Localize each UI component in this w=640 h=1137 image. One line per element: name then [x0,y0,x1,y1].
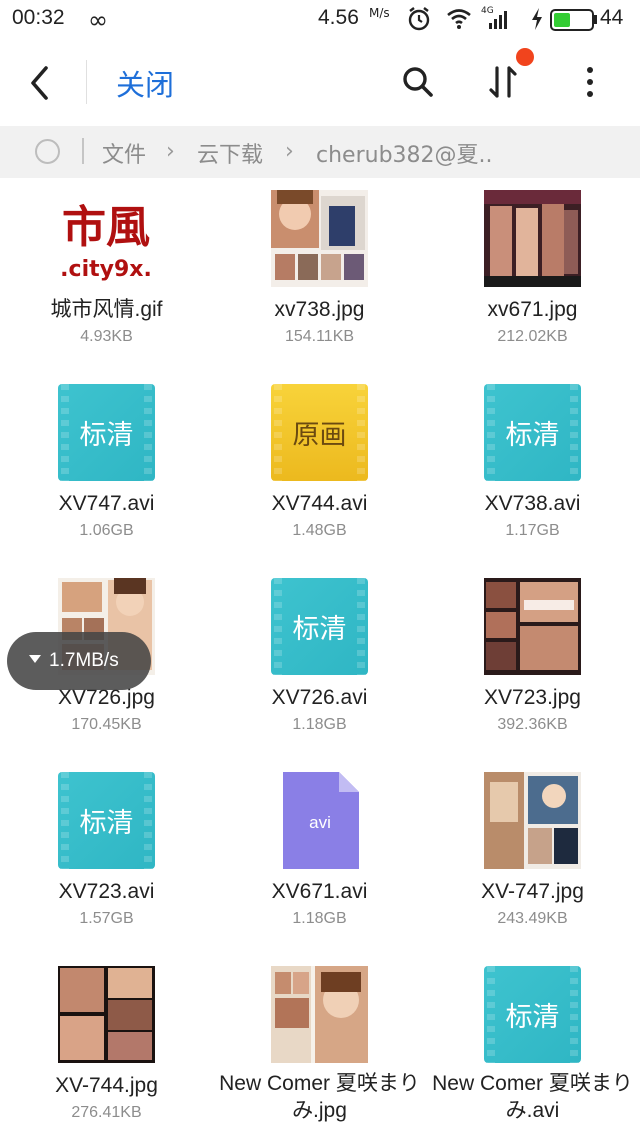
file-size: 243.49KB [497,910,568,927]
more-options-icon[interactable] [568,60,612,104]
quality-label: 标清 [505,420,560,451]
file-name: xv671.jpg [487,298,578,321]
file-name: XV723.jpg [484,686,581,709]
breadcrumb: 文件 › 云下载 › cherub382@夏.. [0,126,640,178]
file-name: XV747.avi [58,492,155,515]
city-logo-bottom-text: .city9x. [60,257,152,282]
video-thumbnail: 标清 [271,578,368,675]
close-button[interactable]: 关闭 [116,62,174,104]
image-thumbnail [484,772,581,869]
network-speed-unit: M/s [369,6,390,20]
video-thumbnail: 标清 [484,384,581,481]
file-name: 城市风情.gif [50,298,163,321]
header-divider [86,60,87,104]
search-icon[interactable] [396,60,440,104]
file-name: XV723.avi [58,880,155,903]
avi-file-icon: avi [283,772,359,869]
file-size: 1.18GB [292,910,347,927]
breadcrumb-item-cloud-download[interactable]: 云下载 [197,137,263,169]
file-name: New Comer 夏咲まりみ.avi [432,1072,633,1122]
status-bar: 00:32 ∞ 4.56 M/s 4G 44 [0,0,640,40]
video-thumbnail: 标清 [484,966,581,1063]
file-item[interactable]: 标清 New Comer 夏咲まりみ.avi [426,954,639,1137]
file-name: xv738.jpg [274,298,365,321]
file-size: 1.57GB [79,910,134,927]
image-thumbnail [484,578,581,675]
file-item[interactable]: 标清 XV747.avi 1.06GB [0,372,213,566]
network-speed: 4.56 [318,6,359,29]
file-item[interactable]: XV-744.jpg 276.41KB [0,954,213,1137]
download-arrow-icon [29,655,41,663]
video-thumbnail: 标清 [58,384,155,481]
chevron-right-icon: › [166,139,175,164]
quality-label: 原画 [292,420,347,451]
quality-label: 标清 [505,1002,560,1033]
infinity-icon: ∞ [88,6,108,34]
file-item[interactable]: xv738.jpg 154.11KB [213,178,426,372]
file-name: XV744.avi [271,492,368,515]
file-name: XV726.avi [271,686,368,709]
file-item[interactable]: 标清 XV723.avi 1.57GB [0,760,213,954]
file-size: 1.18GB [292,716,347,733]
battery-icon [550,9,594,31]
quality-label: 标清 [79,808,134,839]
notification-dot [516,48,534,66]
file-name: New Comer 夏咲まりみ.jpg [219,1072,420,1122]
image-thumbnail [484,190,581,287]
file-size: 170.45KB [71,716,142,733]
file-name: XV-744.jpg [55,1074,158,1097]
download-speed-indicator[interactable]: 1.7MB/s [7,632,151,690]
breadcrumb-separator [82,138,84,164]
file-size: 276.41KB [71,1104,142,1121]
video-thumbnail: 原画 [271,384,368,481]
file-size: 1.48GB [292,522,347,539]
breadcrumb-item-current-folder[interactable]: cherub382@夏.. [316,137,493,169]
file-size: 1.06GB [79,522,134,539]
file-size: 392.36KB [497,716,568,733]
file-item[interactable]: XV-747.jpg 243.49KB [426,760,639,954]
file-size: 1.17GB [505,522,560,539]
battery-cap [594,15,597,24]
back-arrow-icon[interactable] [22,58,62,108]
file-name: XV671.avi [271,880,368,903]
charging-icon [532,8,542,30]
file-name: XV738.avi [484,492,581,515]
file-item[interactable]: avi XV671.avi 1.18GB [213,760,426,954]
chevron-right-icon: › [285,139,294,164]
image-thumbnail [271,966,368,1063]
quality-label: 标清 [292,614,347,645]
signal-icon [489,11,507,29]
battery-level [554,13,570,27]
file-item[interactable]: New Comer 夏咲まりみ.jpg [213,954,426,1137]
file-size: 212.02KB [497,328,568,345]
file-item[interactable]: 标清 XV726.avi 1.18GB [213,566,426,760]
file-name: XV-747.jpg [481,880,584,903]
file-item[interactable]: XV723.jpg 392.36KB [426,566,639,760]
city-logo-image: 市風 .city9x. [58,190,155,287]
video-thumbnail: 标清 [58,772,155,869]
battery-percent: 44 [600,6,624,29]
file-type-label: avi [309,813,331,832]
image-thumbnail [58,966,155,1063]
file-item[interactable]: xv671.jpg 212.02KB [426,178,639,372]
alarm-icon [408,7,430,31]
file-item[interactable]: 标清 XV738.avi 1.17GB [426,372,639,566]
file-size: 4.93KB [80,328,133,345]
image-thumbnail [271,190,368,287]
select-all-checkbox[interactable] [35,139,60,164]
file-size: 154.11KB [284,328,355,345]
breadcrumb-item-files[interactable]: 文件 [102,137,146,169]
file-item[interactable]: 原画 XV744.avi 1.48GB [213,372,426,566]
sort-icon[interactable] [482,60,526,104]
quality-label: 标清 [79,420,134,451]
top-app-bar: 关闭 [0,40,640,126]
gif-thumbnail: 市風 .city9x. [58,190,155,287]
download-speed-text: 1.7MB/s [49,650,119,671]
status-time: 00:32 [12,6,65,29]
wifi-icon [447,9,471,29]
city-logo-top-text: 市風 [62,202,150,253]
file-item[interactable]: 市風 .city9x. 城市风情.gif 4.93KB [0,178,213,372]
